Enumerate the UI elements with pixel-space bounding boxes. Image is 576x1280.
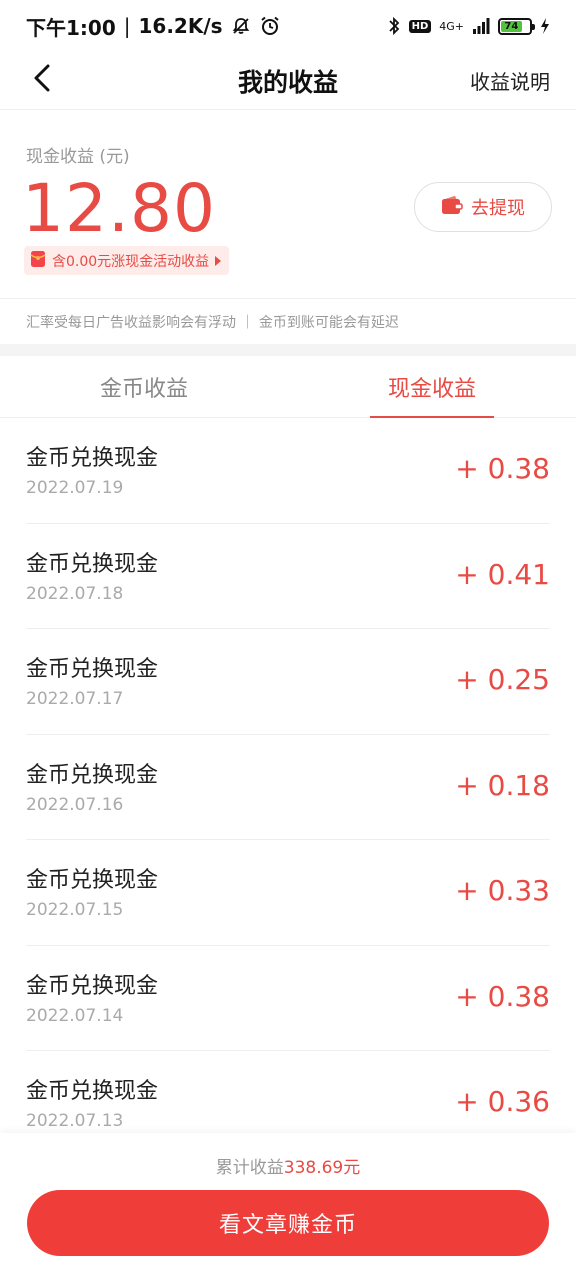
back-arrow-icon <box>31 63 53 97</box>
status-right: HD 4G+ 74 <box>387 16 550 36</box>
status-bar: 下午1:00 | 16.2K/s HD 4G+ 74 <box>0 0 576 52</box>
cash-earnings-label: 现金收益 (元) <box>26 147 130 167</box>
status-time: 下午1:00 <box>26 15 116 40</box>
exchange-rate-notice: 汇率受每日广告收益影响会有浮动 ｜ 金币到账可能会有延迟 <box>0 298 576 344</box>
record-title: 金币兑换现金 <box>26 657 159 682</box>
total-earnings: 累计收益338.69元 <box>0 1153 576 1178</box>
activity-earnings-text: 含0.00元涨现金活动收益 <box>52 253 210 270</box>
record-title: 金币兑换现金 <box>26 762 159 788</box>
earnings-tabs: 金币收益 现金收益 <box>0 356 576 418</box>
record-title: 金币兑换现金 <box>26 868 159 893</box>
earnings-info-link[interactable]: 收益说明 <box>470 66 550 95</box>
total-earnings-label: 累计收益 <box>215 1158 284 1178</box>
battery-icon: 74 <box>498 17 535 35</box>
total-earnings-value: 338.69元 <box>283 1158 361 1178</box>
earnings-summary: 现金收益 (元) 12.80 去提现 含0.00元涨现金活动收益 <box>0 110 576 298</box>
record-title: 金币兑换现金 <box>26 551 159 577</box>
list-item[interactable]: 金币兑换现金 2022.07.14 + 0.38 <box>26 946 550 1051</box>
page-title: 我的收益 <box>237 67 338 97</box>
record-date: 2022.07.13 <box>26 1111 124 1131</box>
footer: 累计收益338.69元 看文章赚金币 <box>0 1133 576 1280</box>
list-item[interactable]: 金币兑换现金 2022.07.16 + 0.18 <box>26 735 550 840</box>
bluetooth-icon <box>387 16 401 36</box>
network-label: 4G+ <box>439 19 464 33</box>
section-divider <box>0 344 576 356</box>
red-envelope-icon <box>30 250 46 272</box>
withdraw-label: 去提现 <box>471 198 525 219</box>
cash-earnings-amount: 12.80 <box>22 170 216 247</box>
list-item[interactable]: 金币兑换现金 2022.07.18 + 0.41 <box>26 524 550 629</box>
record-amount: + 0.18 <box>455 768 550 802</box>
record-date: 2022.07.17 <box>26 689 124 709</box>
tab-cash-earnings[interactable]: 现金收益 <box>288 356 576 417</box>
withdraw-button[interactable]: 去提现 <box>414 182 552 232</box>
record-date: 2022.07.19 <box>26 478 124 498</box>
battery-cap <box>532 23 535 30</box>
alarm-icon <box>259 15 281 37</box>
list-item[interactable]: 金币兑换现金 2022.07.17 + 0.25 <box>26 629 550 735</box>
back-button[interactable] <box>22 60 62 100</box>
tab-coin-earnings[interactable]: 金币收益 <box>0 356 288 417</box>
list-item[interactable]: 金币兑换现金 2022.07.19 + 0.38 <box>26 418 550 524</box>
record-date: 2022.07.16 <box>26 794 124 815</box>
list-item[interactable]: 金币兑换现金 2022.07.13 + 0.36 <box>26 1051 550 1133</box>
status-left: 下午1:00 | 16.2K/s <box>26 12 281 41</box>
activity-earnings-tag[interactable]: 含0.00元涨现金活动收益 <box>24 246 230 275</box>
read-articles-earn-coins-button[interactable]: 看文章赚金币 <box>27 1190 549 1256</box>
record-amount: + 0.25 <box>455 663 550 696</box>
record-date: 2022.07.14 <box>26 1005 124 1026</box>
record-title: 金币兑换现金 <box>26 1079 159 1104</box>
status-separator: | <box>123 14 131 38</box>
record-amount: + 0.36 <box>455 1085 550 1118</box>
record-title: 金币兑换现金 <box>26 446 159 471</box>
record-amount: + 0.38 <box>455 979 550 1013</box>
record-amount: + 0.41 <box>455 557 550 591</box>
signal-icon <box>472 18 490 34</box>
bell-off-icon <box>231 16 251 36</box>
record-title: 金币兑换现金 <box>26 973 159 999</box>
battery-level: 74 <box>501 20 522 32</box>
record-amount: + 0.38 <box>455 452 550 485</box>
hd-badge: HD <box>408 19 432 33</box>
wallet-icon <box>441 195 463 220</box>
record-amount: + 0.33 <box>455 874 550 907</box>
charging-icon <box>540 18 550 34</box>
earnings-record-list[interactable]: 金币兑换现金 2022.07.19 + 0.38 金币兑换现金 2022.07.… <box>0 418 576 1133</box>
nav-bar: 我的收益 收益说明 <box>0 52 576 110</box>
record-date: 2022.07.15 <box>26 900 124 920</box>
status-speed: 16.2K/s <box>138 14 223 38</box>
chevron-right-icon <box>215 255 222 266</box>
list-item[interactable]: 金币兑换现金 2022.07.15 + 0.33 <box>26 840 550 946</box>
record-date: 2022.07.18 <box>26 583 124 604</box>
